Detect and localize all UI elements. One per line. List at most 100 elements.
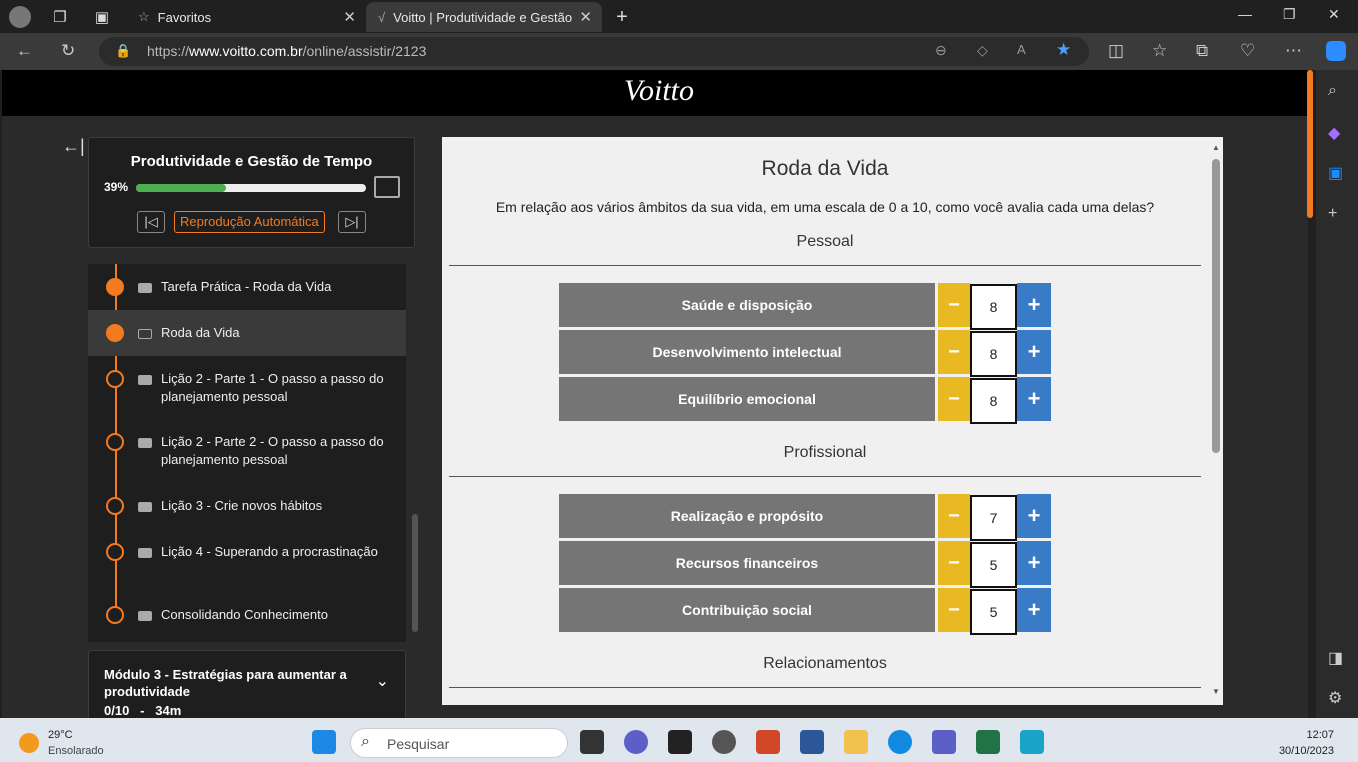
- increment-button[interactable]: +: [1017, 588, 1051, 632]
- start-icon[interactable]: [312, 730, 336, 754]
- rating-value-input[interactable]: 5: [970, 589, 1017, 635]
- search-icon[interactable]: ⌕: [1328, 82, 1337, 100]
- lesson-item[interactable]: Lição 3 - Crie novos hábitos: [88, 483, 406, 529]
- rating-value-input[interactable]: 8: [970, 331, 1017, 377]
- weather-temperature[interactable]: 29°C: [48, 729, 73, 741]
- back-icon[interactable]: ←: [16, 41, 33, 61]
- restore-icon[interactable]: ❐: [1283, 6, 1296, 23]
- decrement-button[interactable]: −: [938, 283, 970, 327]
- video-icon: [138, 502, 152, 512]
- clock-app-icon[interactable]: [712, 730, 736, 754]
- video-icon: [138, 611, 152, 621]
- add-icon[interactable]: +: [1328, 205, 1337, 223]
- rating-value-input[interactable]: 5: [970, 542, 1017, 588]
- favorite-star-icon[interactable]: ★: [1056, 40, 1071, 60]
- chat-icon[interactable]: [624, 730, 648, 754]
- decrement-button[interactable]: −: [938, 494, 970, 538]
- certificate-icon[interactable]: [374, 176, 400, 198]
- module-card[interactable]: Módulo 3 - Estratégias para aumentar a p…: [88, 650, 406, 718]
- notepad-icon[interactable]: [1020, 730, 1044, 754]
- gear-icon[interactable]: ⚙: [1328, 688, 1342, 708]
- url-domain: www.voitto.com.br: [189, 43, 303, 59]
- increment-button[interactable]: +: [1017, 541, 1051, 585]
- lesson-title: Roda da Vida: [161, 325, 240, 340]
- rating-value-input[interactable]: 7: [970, 495, 1017, 541]
- page-scrollbar[interactable]: [1307, 70, 1313, 218]
- rating-value-input[interactable]: 8: [970, 284, 1017, 330]
- increment-button[interactable]: +: [1017, 283, 1051, 327]
- performance-icon[interactable]: ♡: [1240, 41, 1255, 61]
- scroll-down-icon[interactable]: ▼: [1212, 687, 1220, 696]
- tag-icon[interactable]: ◇: [977, 42, 988, 59]
- url-box[interactable]: 🔒 https://www.voitto.com.br/online/assis…: [99, 37, 1089, 66]
- read-aloud-icon[interactable]: A: [1017, 42, 1026, 57]
- teams-icon[interactable]: [932, 730, 956, 754]
- scroll-up-icon[interactable]: ▲: [1212, 143, 1220, 152]
- sun-icon[interactable]: [19, 733, 39, 753]
- sidebar-toggle-icon[interactable]: ◨: [1328, 648, 1343, 668]
- video-icon: [138, 283, 152, 293]
- next-lesson-button[interactable]: ▷|: [338, 211, 366, 233]
- copilot-side-icon[interactable]: ◆: [1328, 123, 1340, 143]
- new-tab-icon[interactable]: +: [611, 6, 633, 28]
- sidebar-scrollbar[interactable]: [412, 514, 418, 632]
- lesson-title: Lição 2 - Parte 1 - O passo a passo do p…: [161, 371, 384, 404]
- page-title: Roda da Vida: [761, 157, 889, 180]
- split-screen-icon[interactable]: ◫: [1108, 41, 1124, 61]
- more-menu-icon[interactable]: ⋯: [1285, 41, 1302, 61]
- workspaces-icon[interactable]: ❐: [49, 6, 71, 28]
- url-prefix: https://: [147, 43, 190, 59]
- lesson-item[interactable]: Lição 2 - Parte 2 - O passo a passo do p…: [88, 419, 406, 483]
- increment-button[interactable]: +: [1017, 377, 1051, 421]
- previous-lesson-button[interactable]: |◁: [137, 211, 165, 233]
- url-text[interactable]: https://www.voitto.com.br/online/assisti…: [147, 43, 426, 59]
- collections-icon[interactable]: ⧉: [1196, 41, 1208, 61]
- lesson-item[interactable]: Consolidando Conhecimento: [88, 592, 406, 638]
- decrement-button[interactable]: −: [938, 588, 970, 632]
- taskbar-search[interactable]: ⌕ Pesquisar: [350, 728, 568, 758]
- chevron-down-icon[interactable]: ⌄: [376, 671, 389, 691]
- outlook-icon[interactable]: ▣: [1328, 163, 1343, 183]
- p-app-icon[interactable]: [668, 730, 692, 754]
- collapse-sidebar-icon[interactable]: ←|: [62, 136, 85, 157]
- minimize-icon[interactable]: —: [1238, 6, 1252, 22]
- lesson-item[interactable]: Tarefa Prática - Roda da Vida: [88, 264, 406, 310]
- favorites-icon[interactable]: ☆: [1152, 41, 1167, 61]
- lesson-item[interactable]: Lição 4 - Superando a procrastinação: [88, 529, 406, 592]
- rating-label: Saúde e disposição: [559, 283, 935, 327]
- content-scrollbar[interactable]: ▲ ▼: [1209, 137, 1223, 705]
- decrement-button[interactable]: −: [938, 330, 970, 374]
- lesson-item[interactable]: Lição 2 - Parte 1 - O passo a passo do p…: [88, 356, 406, 419]
- tab-voitto[interactable]: √ Voitto | Produtividade e Gestão d ✕: [366, 2, 602, 32]
- decrement-button[interactable]: −: [938, 377, 970, 421]
- address-bar-row: ← ↻ 🔒 https://www.voitto.com.br/online/a…: [0, 33, 1358, 70]
- word-icon[interactable]: [800, 730, 824, 754]
- rating-value-input[interactable]: 8: [970, 378, 1017, 424]
- tab-favoritos[interactable]: ☆ Favoritos ✕: [126, 2, 366, 32]
- copilot-icon[interactable]: [1326, 41, 1346, 61]
- close-tab-icon[interactable]: ✕: [579, 8, 592, 26]
- course-title: Produtividade e Gestão de Tempo: [130, 153, 373, 170]
- edge-icon[interactable]: [888, 730, 912, 754]
- clock-date[interactable]: 30/10/2023: [1279, 745, 1334, 757]
- task-view-icon[interactable]: [580, 730, 604, 754]
- autoplay-button[interactable]: Reprodução Automática: [174, 211, 325, 233]
- voitto-logo[interactable]: Voitto: [624, 74, 694, 108]
- profile-avatar[interactable]: [9, 6, 31, 28]
- weather-condition[interactable]: Ensolarado: [48, 745, 104, 757]
- close-tab-icon[interactable]: ✕: [343, 8, 356, 26]
- close-window-icon[interactable]: ✕: [1328, 6, 1340, 23]
- increment-button[interactable]: +: [1017, 330, 1051, 374]
- decrement-button[interactable]: −: [938, 541, 970, 585]
- powerpoint-icon[interactable]: [756, 730, 780, 754]
- tab-actions-icon[interactable]: ▣: [91, 6, 113, 28]
- lesson-item[interactable]: Roda da Vida: [88, 310, 406, 356]
- file-explorer-icon[interactable]: [844, 730, 868, 754]
- excel-icon[interactable]: [976, 730, 1000, 754]
- refresh-icon[interactable]: ↻: [61, 41, 75, 61]
- zoom-icon[interactable]: ⊖: [935, 42, 947, 59]
- increment-button[interactable]: +: [1017, 494, 1051, 538]
- edge-sidebar: ⌕ ◆ ▣ + ◨ ⚙: [1316, 70, 1358, 718]
- scroll-thumb[interactable]: [1212, 159, 1220, 453]
- clock-time[interactable]: 12:07: [1306, 729, 1334, 741]
